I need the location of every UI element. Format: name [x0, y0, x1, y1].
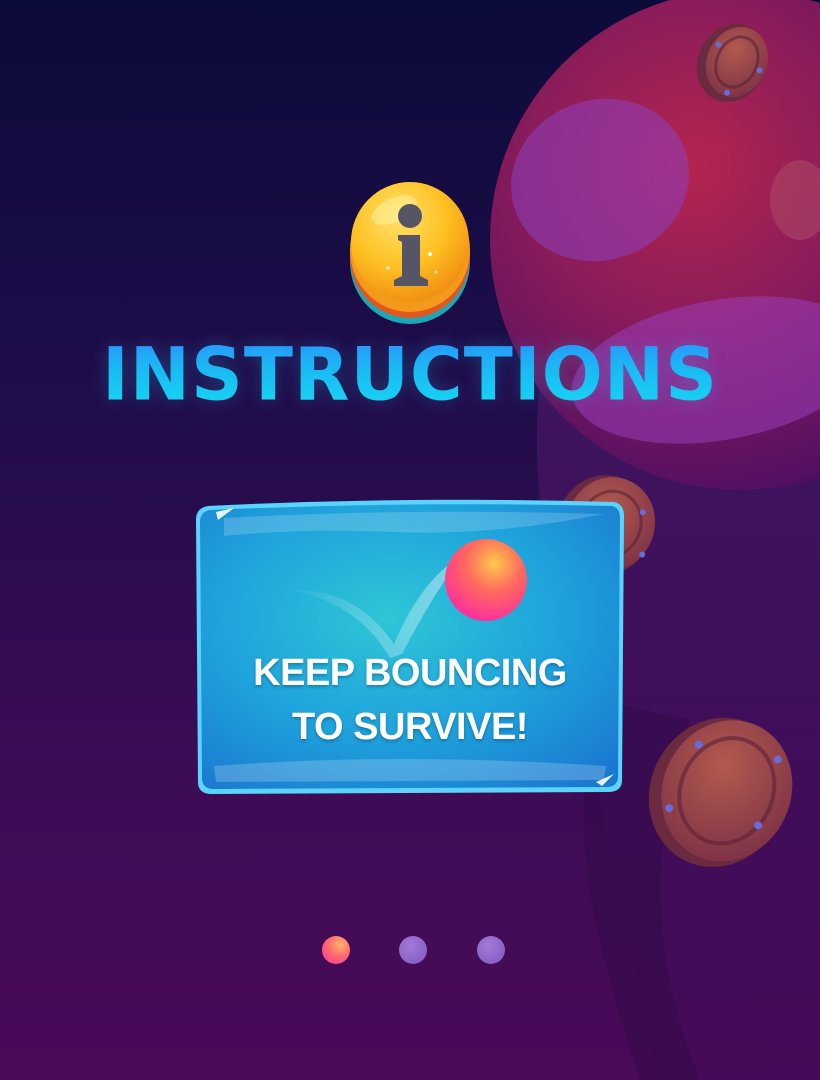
info-badge: [348, 180, 472, 326]
page-dot-3[interactable]: [477, 936, 505, 964]
page-indicator: [320, 935, 520, 965]
info-icon: [350, 182, 470, 324]
page-dot-2[interactable]: [399, 936, 427, 964]
instruction-line: KEEP BOUNCING: [253, 652, 567, 694]
page-title: INSTRUCTIONS: [0, 331, 820, 417]
instruction-line: TO SURVIVE!: [292, 706, 528, 748]
bouncing-ball-icon: [445, 539, 527, 621]
instruction-text: KEEP BOUNCING TO SURVIVE!: [234, 646, 586, 754]
floating-disc-top: [696, 24, 769, 102]
page-dot-1[interactable]: [322, 936, 350, 964]
floating-disc-bottom: [648, 717, 793, 868]
instruction-card: KEEP BOUNCING TO SURVIVE!: [194, 496, 626, 796]
